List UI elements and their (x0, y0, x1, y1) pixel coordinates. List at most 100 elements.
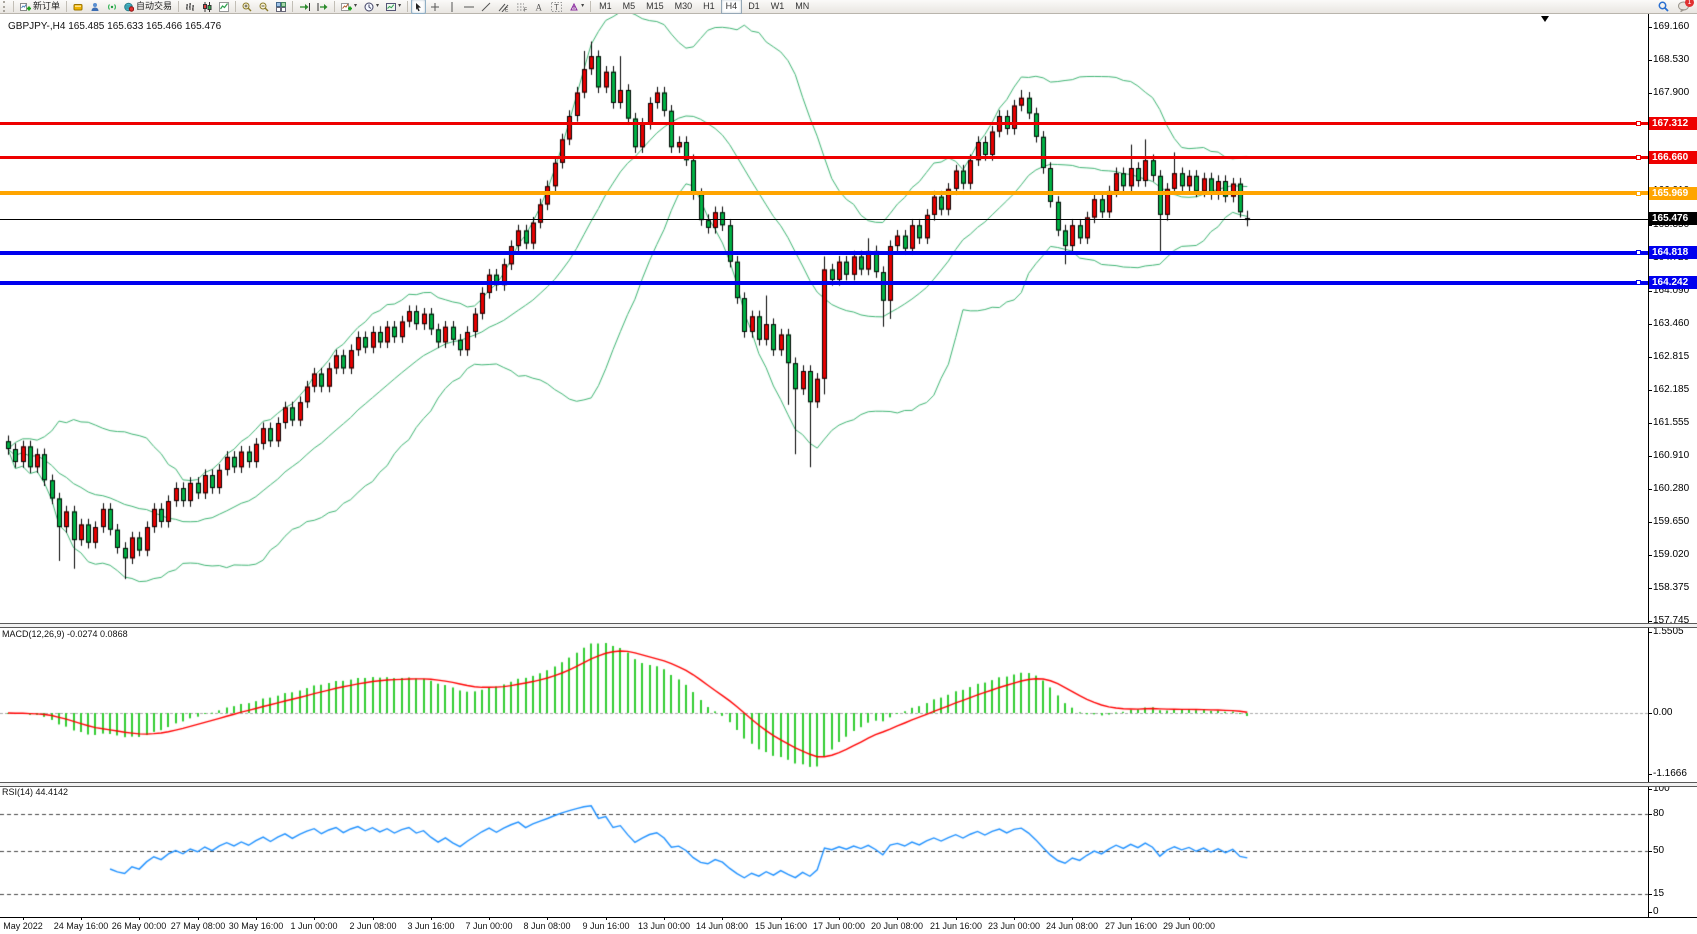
timeframe-mn-button[interactable]: MN (790, 0, 814, 14)
chart-shift-marker[interactable] (1541, 16, 1549, 22)
price-tick (1648, 291, 1652, 292)
price-tick-label[interactable]: 162.815 (1653, 351, 1697, 363)
rsi-axis-label[interactable]: 80 (1653, 808, 1697, 820)
timeframe-m15-button[interactable]: M15 (641, 0, 669, 14)
support-line-1[interactable] (0, 251, 1648, 255)
time-tick (781, 917, 782, 920)
svg-text:F: F (524, 7, 527, 12)
rsi-panel-canvas[interactable] (0, 786, 1697, 917)
templates-button[interactable]: ▾ (383, 0, 404, 14)
price-tick-label[interactable]: 158.375 (1653, 582, 1697, 594)
time-tick-label[interactable]: 29 Jun 00:00 (1151, 921, 1227, 931)
arrows-button[interactable]: ▾ (566, 0, 587, 14)
price-tick-label[interactable]: 161.555 (1653, 417, 1697, 429)
time-tick (431, 917, 432, 920)
line-chart-button[interactable] (216, 0, 232, 14)
fibonacci-button[interactable]: F (513, 0, 530, 14)
resistance-line-2[interactable] (0, 156, 1648, 159)
support-line-1-price-label: 164.818 (1649, 246, 1697, 259)
price-tick-label[interactable]: 160.910 (1653, 450, 1697, 462)
toolbar-separator (292, 1, 293, 12)
support-line-2-anchor[interactable] (1636, 280, 1641, 285)
timeframe-h4-button[interactable]: H4 (721, 0, 743, 14)
rsi-axis-label[interactable]: 50 (1653, 845, 1697, 857)
auto-scroll-button[interactable] (296, 0, 313, 14)
price-tick-label[interactable]: 159.650 (1653, 516, 1697, 528)
trendline-button[interactable] (478, 0, 494, 14)
timeframe-h1-button[interactable]: H1 (698, 0, 720, 14)
pivot-line[interactable] (0, 191, 1648, 195)
autotrading-button[interactable]: 自动交易 (121, 0, 175, 14)
community-button[interactable]: 1 (1675, 0, 1693, 14)
main-toolbar: 新订单自动交易▾▾▾EFAT▾M1M5M15M30H1H4D1W1MN1 (0, 0, 1697, 14)
timeframe-d1-button[interactable]: D1 (743, 0, 765, 14)
signals-icon (107, 2, 117, 12)
cursor-icon (414, 2, 423, 12)
market-watch-button[interactable] (70, 0, 86, 14)
rsi-axis-label[interactable]: 15 (1653, 888, 1697, 900)
chevron-down-icon: ▾ (398, 0, 401, 13)
tile-windows-button[interactable] (273, 0, 289, 14)
signals-button[interactable] (104, 0, 120, 14)
zoom-in-button[interactable] (239, 0, 255, 14)
channel-button[interactable]: E (495, 0, 512, 14)
price-tick-label[interactable]: 162.185 (1653, 384, 1697, 396)
timeframe-m1-button[interactable]: M1 (594, 0, 617, 14)
resistance-line-2-price-label: 166.660 (1649, 151, 1697, 164)
text-label-button[interactable]: T (548, 0, 565, 14)
svg-text:T: T (554, 3, 559, 12)
indicators-button[interactable]: ▾ (338, 0, 360, 14)
main-chart-canvas[interactable] (0, 14, 1697, 623)
search-button[interactable] (1655, 0, 1672, 14)
panel-separator-rsi[interactable] (0, 782, 1697, 787)
price-tick (1648, 489, 1652, 490)
resistance-line-1-anchor[interactable] (1636, 121, 1641, 126)
time-tick (373, 917, 374, 920)
price-tick-label[interactable]: 167.900 (1653, 87, 1697, 99)
pivot-line-anchor[interactable] (1636, 191, 1641, 196)
macd-panel-canvas[interactable] (0, 627, 1697, 782)
price-tick-label[interactable]: 160.280 (1653, 483, 1697, 495)
bar-chart-button[interactable] (182, 0, 198, 14)
vertical-line-button[interactable] (444, 0, 460, 14)
toolbar-separator (590, 1, 591, 12)
candlestick-chart-button[interactable] (199, 0, 215, 14)
vline-icon (447, 2, 457, 12)
horizontal-line-button[interactable] (461, 0, 477, 14)
panel-separator-macd[interactable] (0, 623, 1697, 628)
price-tick-label[interactable]: 159.020 (1653, 549, 1697, 561)
price-tick-label[interactable]: 168.530 (1653, 54, 1697, 66)
macd-axis-label[interactable]: 0.00 (1653, 707, 1697, 719)
resistance-line-1-price-label: 167.312 (1649, 117, 1697, 130)
zoom-out-button[interactable] (256, 0, 272, 14)
time-tick (314, 917, 315, 920)
rsi-axis-label[interactable]: 0 (1653, 906, 1697, 918)
price-tick (1648, 588, 1652, 589)
chart-shift-button[interactable] (314, 0, 331, 14)
timeframe-m30-button[interactable]: M30 (670, 0, 698, 14)
periods-button[interactable]: ▾ (361, 0, 382, 14)
chart-window[interactable]: GBPJPY-,H4 165.485 165.633 165.466 165.4… (0, 14, 1697, 934)
indicator-tick (1648, 774, 1652, 775)
timeframe-w1-button[interactable]: W1 (766, 0, 790, 14)
support-line-2-price-label: 164.242 (1649, 276, 1697, 289)
price-tick-label[interactable]: 163.460 (1653, 318, 1697, 330)
crosshair-button[interactable] (427, 0, 443, 14)
toolbar-drag-handle[interactable] (3, 1, 9, 12)
support-line-1-anchor[interactable] (1636, 250, 1641, 255)
price-tick-label[interactable]: 169.160 (1653, 21, 1697, 33)
cursor-button[interactable] (411, 0, 426, 14)
time-tick (1014, 917, 1015, 920)
resistance-line-2-anchor[interactable] (1636, 155, 1641, 160)
text-button[interactable]: A (531, 0, 547, 14)
price-tick (1648, 423, 1652, 424)
indicator-tick (1648, 851, 1652, 852)
resistance-line-1[interactable] (0, 122, 1648, 125)
timeframe-m5-button[interactable]: M5 (618, 0, 641, 14)
time-tick (547, 917, 548, 920)
navigator-button[interactable] (87, 0, 103, 14)
macd-axis-label[interactable]: -1.1666 (1653, 768, 1697, 780)
notification-badge: 1 (1685, 0, 1694, 7)
support-line-2[interactable] (0, 281, 1648, 285)
new-order-button[interactable]: 新订单 (17, 0, 63, 14)
